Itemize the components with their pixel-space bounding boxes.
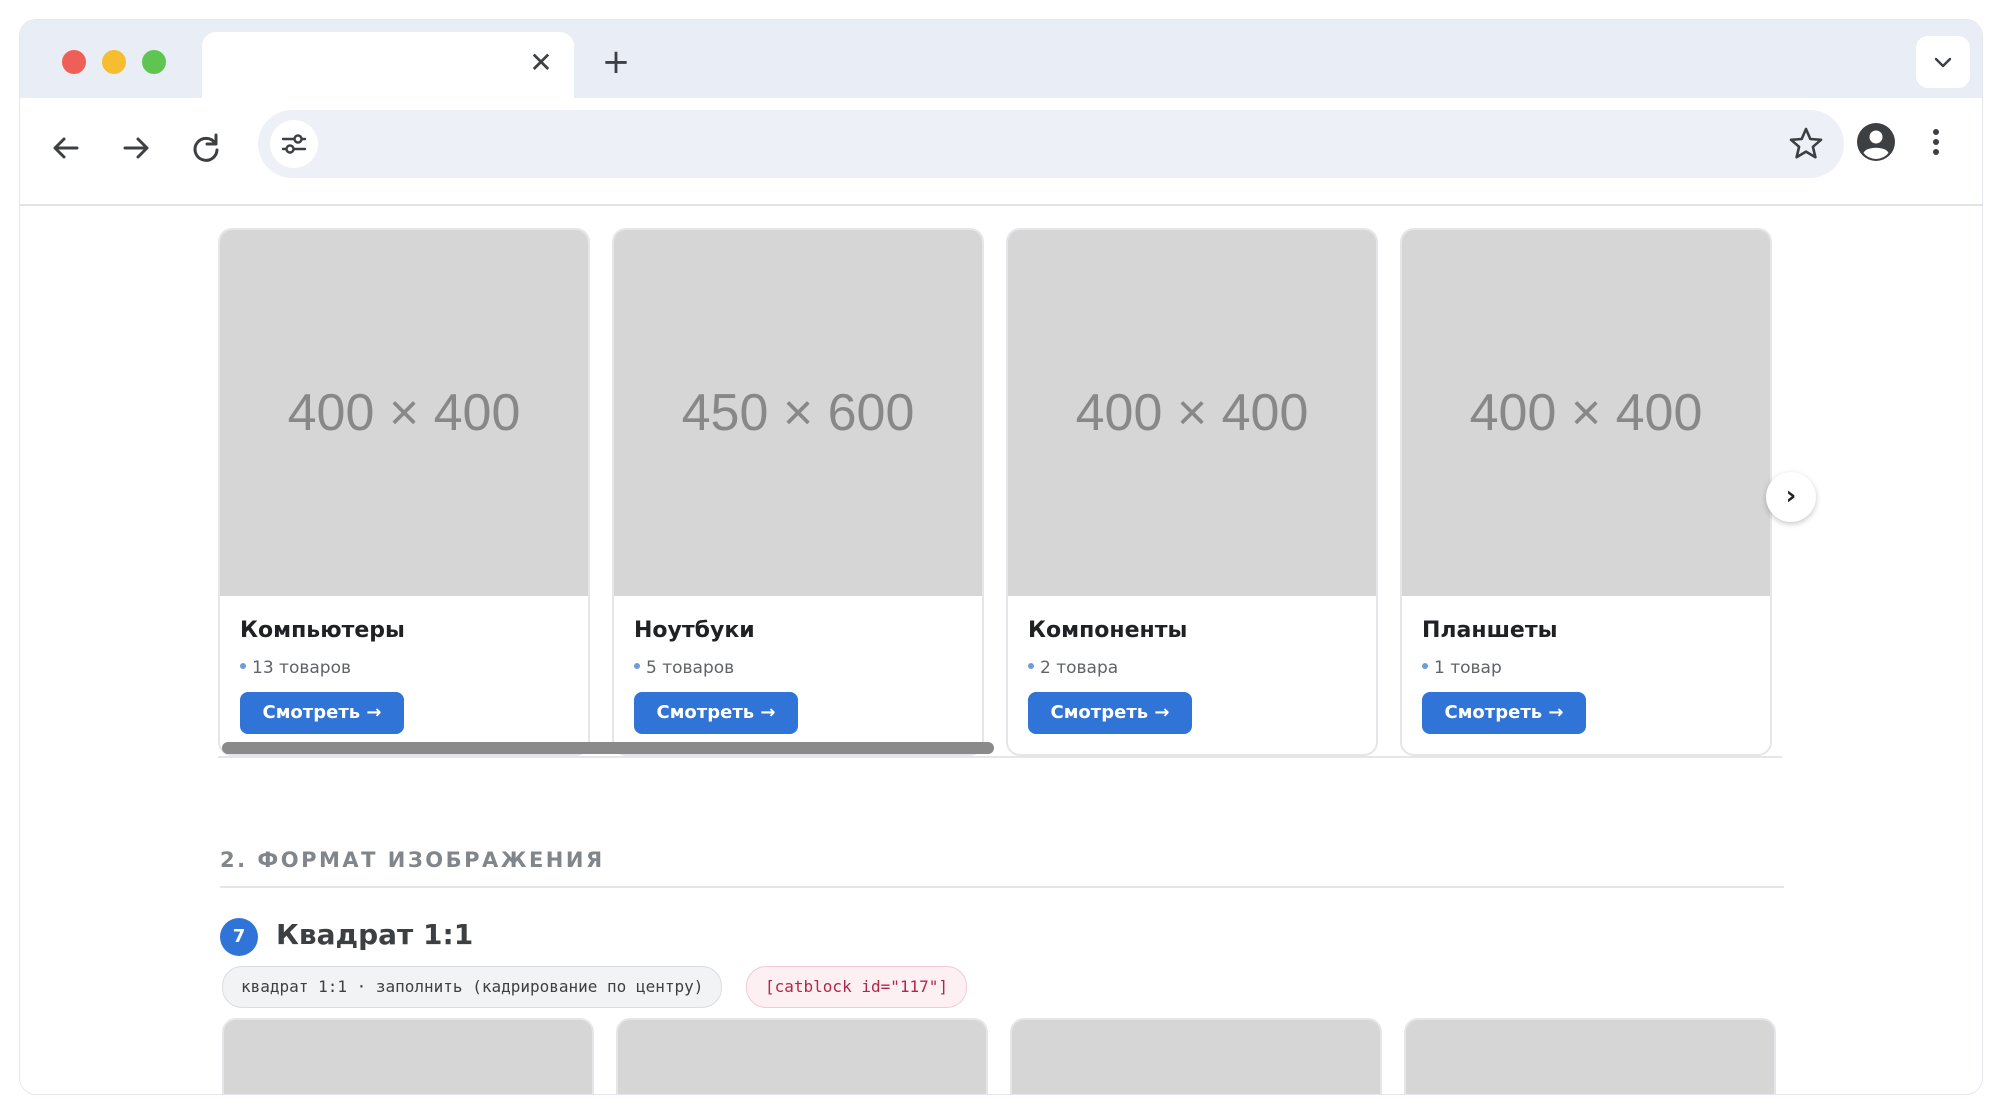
view-button[interactable]: Смотреть → xyxy=(634,692,798,734)
page-content: 400 × 400 Компьютеры 13 товаров Смотреть… xyxy=(20,206,1982,1094)
card-count: 13 товаров xyxy=(240,658,351,678)
next-row-card xyxy=(1404,1018,1776,1094)
carousel-scrollbar[interactable] xyxy=(218,740,1782,758)
view-button[interactable]: Смотреть → xyxy=(240,692,404,734)
number-badge: 7 xyxy=(220,918,258,956)
bullet-dot-icon xyxy=(240,663,246,669)
view-button[interactable]: Смотреть → xyxy=(1028,692,1192,734)
forward-button[interactable] xyxy=(114,126,158,170)
card-count: 2 товара xyxy=(1028,658,1118,678)
site-settings-icon xyxy=(281,134,307,154)
card-count-text: 13 товаров xyxy=(252,658,351,678)
category-card[interactable]: 400 × 400 Компоненты 2 товара Смотреть → xyxy=(1006,228,1378,756)
card-count-text: 2 товара xyxy=(1040,658,1119,678)
minimize-window-button[interactable] xyxy=(102,50,126,74)
close-window-button[interactable] xyxy=(62,50,86,74)
next-row-card xyxy=(1010,1018,1382,1094)
card-title: Ноутбуки xyxy=(634,618,755,643)
card-title: Планшеты xyxy=(1422,618,1558,643)
view-button[interactable]: Смотреть → xyxy=(1422,692,1586,734)
category-card[interactable]: 400 × 400 Планшеты 1 товар Смотреть → xyxy=(1400,228,1772,756)
new-tab-button[interactable]: + xyxy=(596,42,636,82)
address-bar[interactable] xyxy=(258,110,1844,178)
close-tab-icon[interactable]: ✕ xyxy=(524,46,558,80)
browser-menu-button[interactable] xyxy=(1924,120,1948,164)
forward-arrow-icon xyxy=(123,137,149,159)
profile-button[interactable] xyxy=(1854,120,1898,164)
mode-chip: квадрат 1:1 · заполнить (кадрирование по… xyxy=(222,966,723,1008)
bullet-dot-icon xyxy=(1422,663,1428,669)
reload-icon xyxy=(193,133,219,162)
block-title: Квадрат 1:1 xyxy=(276,918,474,951)
tab-search-button[interactable] xyxy=(1916,36,1970,88)
card-title: Компьютеры xyxy=(240,618,405,643)
maximize-window-button[interactable] xyxy=(142,50,166,74)
site-info-button[interactable] xyxy=(270,120,318,168)
back-button[interactable] xyxy=(44,126,88,170)
browser-toolbar xyxy=(20,98,1982,206)
card-count-text: 1 товар xyxy=(1434,658,1502,678)
scrollbar-thumb[interactable] xyxy=(222,742,994,754)
card-image-placeholder: 400 × 400 xyxy=(1402,230,1770,596)
shortcode-chip: [catblock id="117"] xyxy=(746,966,968,1008)
card-count: 1 товар xyxy=(1422,658,1502,678)
category-carousel: 400 × 400 Компьютеры 13 товаров Смотреть… xyxy=(218,228,1816,788)
card-title: Компоненты xyxy=(1028,618,1188,643)
section-heading: 2. ФОРМАТ ИЗОБРАЖЕНИЯ xyxy=(220,848,605,872)
section-divider xyxy=(220,886,1784,888)
browser-window: ✕ + 400 × 400 Компьютеры 13 товаров Смот… xyxy=(20,20,1982,1094)
bookmark-button[interactable] xyxy=(1786,124,1826,168)
bookmark-star-icon xyxy=(1789,127,1823,159)
bullet-dot-icon xyxy=(1028,663,1034,669)
active-tab[interactable]: ✕ xyxy=(202,32,574,98)
category-card[interactable]: 450 × 600 Ноутбуки 5 товаров Смотреть → xyxy=(612,228,984,756)
carousel-next-button[interactable]: › xyxy=(1766,472,1816,522)
card-count: 5 товаров xyxy=(634,658,734,678)
account-icon xyxy=(1857,123,1895,161)
card-image-placeholder: 400 × 400 xyxy=(220,230,588,596)
category-card[interactable]: 400 × 400 Компьютеры 13 товаров Смотреть… xyxy=(218,228,590,756)
chevron-down-icon xyxy=(1934,57,1952,68)
more-vert-icon xyxy=(1933,129,1939,155)
card-count-text: 5 товаров xyxy=(646,658,735,678)
next-row-card xyxy=(616,1018,988,1094)
bullet-dot-icon xyxy=(634,663,640,669)
card-image-placeholder: 450 × 600 xyxy=(614,230,982,596)
card-image-placeholder: 400 × 400 xyxy=(1008,230,1376,596)
next-row-card xyxy=(222,1018,594,1094)
tab-strip: ✕ + xyxy=(20,20,1982,98)
back-arrow-icon xyxy=(53,137,79,159)
reload-button[interactable] xyxy=(184,126,228,170)
